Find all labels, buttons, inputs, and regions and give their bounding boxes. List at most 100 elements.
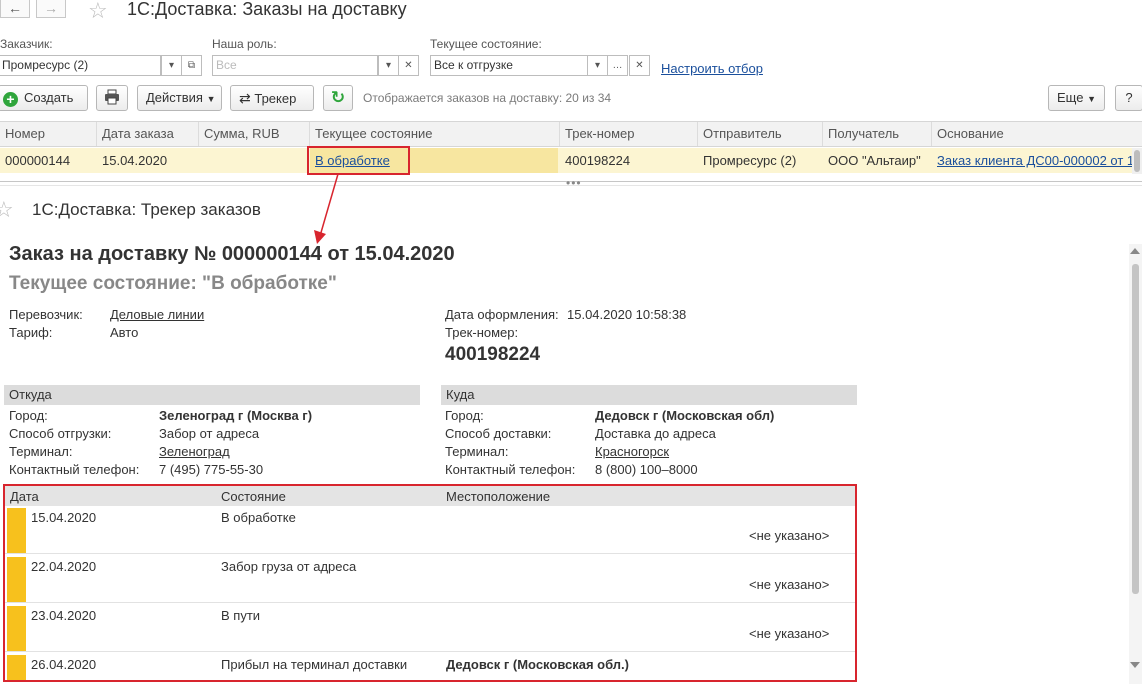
track-number-label: Трек-номер: bbox=[445, 325, 519, 340]
customer-open-button[interactable]: ⧉ bbox=[181, 55, 202, 76]
state-select-button[interactable]: … bbox=[607, 55, 628, 76]
print-button[interactable] bbox=[96, 85, 128, 111]
actions-button-label: Действия bbox=[146, 90, 203, 105]
printer-icon bbox=[105, 89, 119, 105]
history-location: Дедовск г (Московская обл.) bbox=[446, 657, 629, 672]
from-method-label: Способ отгрузки: bbox=[9, 426, 112, 441]
tracker-arrows-icon: ⇄ bbox=[239, 90, 251, 106]
column-header: Состояние bbox=[221, 489, 286, 504]
role-label: Наша роль: bbox=[212, 37, 277, 51]
column-header[interactable]: Получатель bbox=[823, 122, 932, 146]
window-title: 1С:Доставка: Заказы на доставку bbox=[127, 0, 407, 19]
to-city-value: Дедовск г (Московская обл) bbox=[595, 408, 775, 423]
history-row: 26.04.2020 Прибыл на терминал доставки Д… bbox=[5, 653, 855, 680]
state-label: Текущее состояние: bbox=[430, 37, 542, 51]
configure-filter-link[interactable]: Настроить отбор bbox=[661, 61, 763, 76]
scroll-down-icon[interactable] bbox=[1130, 662, 1140, 668]
tariff-value: Авто bbox=[110, 325, 139, 340]
column-header[interactable]: Сумма, RUB bbox=[199, 122, 310, 146]
order-sum-cell bbox=[199, 148, 310, 173]
order-number-cell: 000000144 bbox=[5, 153, 71, 168]
history-state: Забор груза от адреса bbox=[221, 559, 357, 574]
to-phone-label: Контактный телефон: bbox=[445, 462, 576, 477]
from-phone-value: 7 (495) 775-55-30 bbox=[159, 462, 264, 477]
favorite-star-icon[interactable]: ☆ bbox=[0, 199, 14, 221]
column-header[interactable]: Номер bbox=[0, 122, 97, 146]
more-button[interactable]: Еще ▼ bbox=[1048, 85, 1105, 111]
help-button-label: ? bbox=[1125, 90, 1133, 105]
history-note: <не указано> bbox=[749, 577, 830, 592]
orders-table-header: Номер Дата заказа Сумма, RUB Текущее сос… bbox=[0, 121, 1142, 147]
state-clear-button[interactable]: ✕ bbox=[629, 55, 650, 76]
tracker-scrollbar[interactable] bbox=[1129, 244, 1142, 684]
open-icon: ⧉ bbox=[187, 60, 196, 71]
state-dropdown-button[interactable]: ▾ bbox=[587, 55, 608, 76]
tracker-window-title: 1С:Доставка: Трекер заказов bbox=[32, 200, 261, 219]
customer-dropdown-button[interactable]: ▾ bbox=[161, 55, 182, 76]
history-state: В обработке bbox=[221, 510, 296, 525]
issue-date-value: 15.04.2020 10:58:38 bbox=[567, 307, 687, 322]
more-button-label: Еще bbox=[1057, 90, 1084, 105]
arrow-left-icon: ← bbox=[8, 0, 22, 16]
to-phone-value: 8 (800) 100–8000 bbox=[595, 462, 698, 477]
history-row: 22.04.2020 Забор груза от адреса <не ука… bbox=[5, 555, 855, 603]
to-terminal-link[interactable]: Красногорск bbox=[595, 444, 669, 459]
track-number-value: 400198224 bbox=[445, 344, 541, 365]
plus-icon: + bbox=[3, 92, 18, 107]
scrollbar-thumb[interactable] bbox=[1132, 264, 1139, 594]
from-terminal-link[interactable]: Зеленоград bbox=[159, 444, 230, 459]
history-date: 22.04.2020 bbox=[31, 559, 97, 574]
forward-button[interactable]: → bbox=[36, 0, 66, 18]
to-method-value: Доставка до адреса bbox=[595, 426, 716, 441]
role-field[interactable]: Все bbox=[212, 55, 378, 76]
column-header[interactable]: Дата заказа bbox=[97, 122, 199, 146]
table-scrollbar[interactable] bbox=[1132, 148, 1142, 174]
refresh-button[interactable]: ↻ bbox=[323, 85, 353, 111]
from-terminal-label: Терминал: bbox=[9, 444, 73, 459]
role-clear-button[interactable]: ✕ bbox=[398, 55, 419, 76]
customer-label: Заказчик: bbox=[0, 37, 53, 51]
splitter-grip-icon[interactable]: ••• bbox=[566, 176, 582, 190]
chevron-down-icon: ▾ bbox=[385, 60, 392, 71]
column-header[interactable]: Текущее состояние bbox=[310, 122, 560, 146]
pointer-arrow bbox=[314, 173, 339, 244]
create-button[interactable]: + Создать bbox=[0, 85, 88, 111]
role-placeholder: Все bbox=[216, 58, 237, 72]
order-state-title: Текущее состояние: "В обработке" bbox=[9, 273, 337, 294]
help-button[interactable]: ? bbox=[1115, 85, 1142, 111]
column-header[interactable]: Основание bbox=[932, 122, 1142, 146]
create-button-label: Создать bbox=[24, 90, 74, 105]
carrier-link[interactable]: Деловые линии bbox=[110, 307, 204, 322]
from-method-value: Забор от адреса bbox=[159, 426, 260, 441]
customer-field[interactable]: Промресурс (2) bbox=[0, 55, 161, 76]
back-button[interactable]: ← bbox=[0, 0, 30, 18]
tracker-button[interactable]: ⇄ Трекер bbox=[230, 85, 314, 111]
to-terminal-label: Терминал: bbox=[445, 444, 509, 459]
from-phone-label: Контактный телефон: bbox=[9, 462, 140, 477]
table-row[interactable]: 000000144 15.04.2020 В обработке 4001982… bbox=[0, 148, 1132, 173]
tracker-button-label: Трекер bbox=[254, 91, 297, 106]
ellipsis-icon: … bbox=[612, 60, 623, 71]
history-table: Дата Состояние Местоположение 15.04.2020… bbox=[3, 484, 857, 682]
chevron-down-icon: ▼ bbox=[206, 94, 216, 104]
scroll-up-icon[interactable] bbox=[1130, 248, 1140, 254]
role-dropdown-button[interactable]: ▾ bbox=[378, 55, 399, 76]
state-marker bbox=[7, 655, 26, 680]
basis-link[interactable]: Заказ клиента ДС00-000002 от 14 bbox=[937, 153, 1132, 168]
favorite-star-icon[interactable]: ☆ bbox=[88, 0, 108, 22]
history-date: 15.04.2020 bbox=[31, 510, 97, 525]
state-marker bbox=[7, 508, 26, 553]
close-icon: ✕ bbox=[635, 60, 644, 71]
column-header[interactable]: Отправитель bbox=[698, 122, 823, 146]
actions-button[interactable]: Действия ▼ bbox=[137, 85, 222, 111]
column-header[interactable]: Трек-номер bbox=[560, 122, 698, 146]
chevron-down-icon: ▼ bbox=[1087, 94, 1096, 104]
state-marker bbox=[7, 557, 26, 602]
arrow-right-icon: → bbox=[44, 0, 58, 16]
tariff-label: Тариф: bbox=[9, 325, 53, 340]
history-table-header: Дата Состояние Местоположение bbox=[5, 486, 855, 506]
orders-count-text: Отображается заказов на доставку: 20 из … bbox=[363, 91, 612, 105]
chevron-down-icon: ▾ bbox=[594, 60, 601, 71]
state-field[interactable]: Все к отгрузке bbox=[430, 55, 588, 76]
history-date: 23.04.2020 bbox=[31, 608, 97, 623]
